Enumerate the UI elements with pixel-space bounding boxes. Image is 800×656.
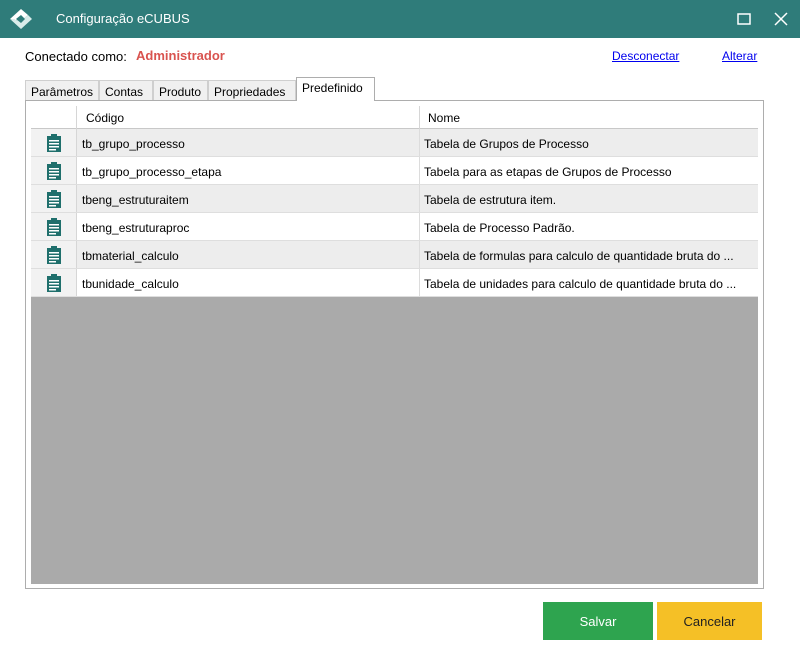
grid-header-code[interactable]: Código [77,106,420,129]
window-title: Configuração eCUBUS [56,11,190,26]
row-code: tb_grupo_processo_etapa [77,157,420,184]
row-code: tbunidade_calculo [77,269,420,296]
grid-header-name[interactable]: Nome [420,106,758,129]
save-button[interactable]: Salvar [543,602,653,640]
table-row[interactable]: tbeng_estruturaitem Tabela de estrutura … [31,185,758,213]
row-icon-cell [31,157,77,184]
grid-rows: tb_grupo_processo Tabela de Grupos de Pr… [31,129,758,297]
tab-parametros[interactable]: Parâmetros [25,80,99,101]
table-row[interactable]: tbeng_estruturaproc Tabela de Processo P… [31,213,758,241]
title-bar: Configuração eCUBUS [0,0,800,38]
row-icon-cell [31,213,77,240]
clipboard-icon [46,217,61,236]
clipboard-icon [46,245,61,264]
row-name: Tabela de unidades para calculo de quant… [424,277,737,291]
grid-header-icon-column[interactable] [31,106,77,129]
maximize-icon [737,13,751,25]
ecubus-logo-icon [10,9,32,29]
row-icon-cell [31,269,77,296]
clipboard-icon [46,273,61,292]
row-name: Tabela para as etapas de Grupos de Proce… [424,165,672,179]
grid-header: Código Nome [31,106,758,129]
predefined-panel: Código Nome tb_grupo_processo Tabela de … [25,100,764,589]
table-row[interactable]: tbmaterial_calculo Tabela de formulas pa… [31,241,758,269]
row-icon-cell [31,129,77,156]
close-icon [774,12,788,26]
close-button[interactable] [762,0,800,38]
table-row[interactable]: tbunidade_calculo Tabela de unidades par… [31,269,758,297]
cancel-button[interactable]: Cancelar [657,602,762,640]
connected-as-label: Conectado como: [25,49,127,64]
table-row[interactable]: tb_grupo_processo_etapa Tabela para as e… [31,157,758,185]
tab-produto[interactable]: Produto [153,80,208,101]
row-code: tbmaterial_calculo [77,241,420,268]
connected-user: Administrador [136,48,225,63]
row-icon-cell [31,185,77,212]
row-name: Tabela de Processo Padrão. [424,221,575,235]
tab-contas[interactable]: Contas [99,80,153,101]
row-name: Tabela de Grupos de Processo [424,137,589,151]
clipboard-icon [46,161,61,180]
row-icon-cell [31,241,77,268]
row-name: Tabela de estrutura item. [424,193,557,207]
clipboard-icon [46,133,61,152]
table-row[interactable]: tb_grupo_processo Tabela de Grupos de Pr… [31,129,758,157]
disconnect-link[interactable]: Desconectar [612,49,679,63]
tab-predefinido[interactable]: Predefinido [296,77,375,101]
row-code: tbeng_estruturaitem [77,185,420,212]
row-code: tbeng_estruturaproc [77,213,420,240]
predefined-grid: Código Nome tb_grupo_processo Tabela de … [31,106,758,584]
row-name: Tabela de formulas para calculo de quant… [424,249,734,263]
row-code: tb_grupo_processo [77,129,420,156]
alter-link[interactable]: Alterar [722,49,757,63]
clipboard-icon [46,189,61,208]
maximize-button[interactable] [725,0,763,38]
tab-propriedades[interactable]: Propriedades [208,80,296,101]
